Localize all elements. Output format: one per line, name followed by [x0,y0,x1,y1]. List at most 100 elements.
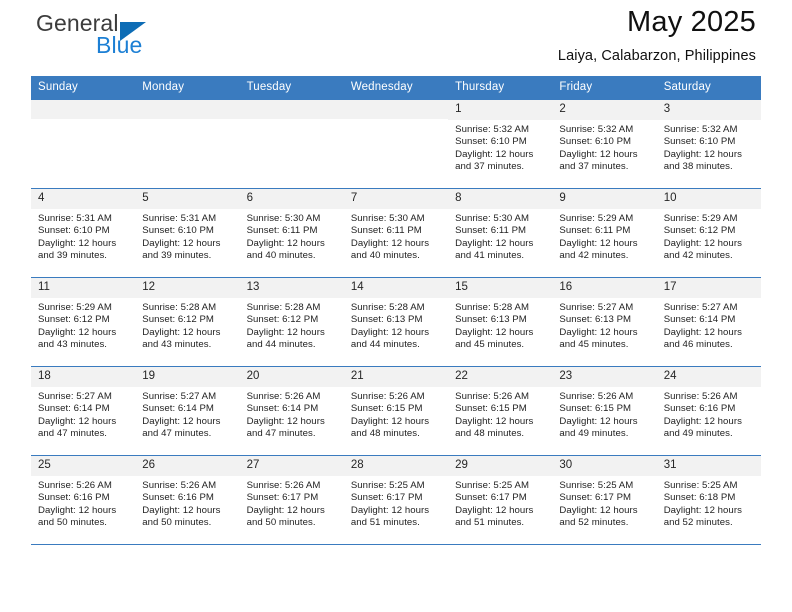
page-header: General Blue May 2025 Laiya, Calabarzon,… [31,0,761,74]
daylight-text-line1: Daylight: 12 hours [350,415,430,427]
day-cell[interactable]: 4 Sunrise: 5:31 AM Sunset: 6:10 PM Dayli… [31,188,136,278]
day-details [240,119,344,123]
sunrise-text: Sunrise: 5:25 AM [350,480,425,492]
day-cell[interactable]: 7 Sunrise: 5:30 AM Sunset: 6:11 PM Dayli… [343,188,449,278]
daylight-text-line2: and 38 minutes. [663,160,733,172]
day-cell[interactable] [135,99,240,189]
logo-text-blue: Blue [96,32,143,58]
day-cell[interactable]: 16 Sunrise: 5:27 AM Sunset: 6:13 PM Dayl… [552,277,657,367]
sunrise-text: Sunrise: 5:29 AM [38,302,112,314]
sunset-text: Sunset: 6:15 PM [559,403,632,415]
day-cell[interactable]: 8 Sunrise: 5:30 AM Sunset: 6:11 PM Dayli… [448,188,553,278]
calendar-week-row: 18 Sunrise: 5:27 AM Sunset: 6:14 PM Dayl… [31,366,761,456]
daylight-text-line1: Daylight: 12 hours [350,326,430,338]
day-details: Sunrise: 5:26 AM Sunset: 6:15 PM Dayligh… [448,387,552,440]
sunset-text: Sunset: 6:10 PM [455,136,527,148]
day-details: Sunrise: 5:27 AM Sunset: 6:14 PM Dayligh… [31,387,135,440]
general-blue-logo[interactable]: General Blue [36,12,196,68]
sunrise-text: Sunrise: 5:26 AM [246,480,321,492]
sunrise-text: Sunrise: 5:32 AM [455,124,529,136]
day-cell[interactable]: 29 Sunrise: 5:25 AM Sunset: 6:17 PM Dayl… [448,455,553,545]
daylight-text-line1: Daylight: 12 hours [38,415,117,427]
sunset-text: Sunset: 6:11 PM [350,225,422,237]
day-cell[interactable] [239,99,344,189]
day-cell[interactable]: 31 Sunrise: 5:25 AM Sunset: 6:18 PM Dayl… [656,455,761,545]
day-number: 14 [343,278,449,299]
sunrise-text: Sunrise: 5:27 AM [142,391,217,403]
day-number: 20 [239,367,344,388]
day-cell[interactable]: 6 Sunrise: 5:30 AM Sunset: 6:11 PM Dayli… [239,188,344,278]
day-cell[interactable]: 24 Sunrise: 5:26 AM Sunset: 6:16 PM Dayl… [656,366,761,456]
daylight-text-line1: Daylight: 12 hours [246,237,325,249]
day-number: 18 [31,367,136,388]
day-cell[interactable]: 18 Sunrise: 5:27 AM Sunset: 6:14 PM Dayl… [31,366,136,456]
day-details: Sunrise: 5:28 AM Sunset: 6:13 PM Dayligh… [448,298,552,351]
daylight-text-line1: Daylight: 12 hours [142,415,221,427]
day-cell[interactable] [343,99,449,189]
day-cell[interactable]: 11 Sunrise: 5:29 AM Sunset: 6:12 PM Dayl… [31,277,136,367]
sunset-text: Sunset: 6:12 PM [38,314,110,326]
day-cell[interactable]: 10 Sunrise: 5:29 AM Sunset: 6:12 PM Dayl… [656,188,761,278]
daylight-text-line1: Daylight: 12 hours [559,237,638,249]
daylight-text-line1: Daylight: 12 hours [455,415,534,427]
day-cell[interactable]: 21 Sunrise: 5:26 AM Sunset: 6:15 PM Dayl… [343,366,449,456]
sunset-text: Sunset: 6:16 PM [142,492,214,504]
day-cell[interactable]: 12 Sunrise: 5:28 AM Sunset: 6:12 PM Dayl… [135,277,240,367]
day-cell[interactable]: 15 Sunrise: 5:28 AM Sunset: 6:13 PM Dayl… [448,277,553,367]
daylight-text-line1: Daylight: 12 hours [246,504,325,516]
daylight-text-line2: and 46 minutes. [663,338,733,350]
sunrise-text: Sunrise: 5:30 AM [455,213,529,225]
sunrise-text: Sunrise: 5:31 AM [142,213,217,225]
day-cell[interactable]: 17 Sunrise: 5:27 AM Sunset: 6:14 PM Dayl… [656,277,761,367]
daylight-text-line2: and 41 minutes. [455,249,525,261]
day-number: 30 [552,456,657,477]
sunset-text: Sunset: 6:16 PM [38,492,110,504]
weekday-header-tuesday: Tuesday [239,76,344,100]
day-number: 10 [656,189,761,210]
day-cell[interactable]: 19 Sunrise: 5:27 AM Sunset: 6:14 PM Dayl… [135,366,240,456]
sunrise-text: Sunrise: 5:26 AM [350,391,425,403]
sunrise-text: Sunrise: 5:27 AM [663,302,738,314]
day-number [239,100,344,119]
page-subtitle: Laiya, Calabarzon, Philippines [557,48,756,65]
day-cell[interactable] [31,99,136,189]
sunset-text: Sunset: 6:15 PM [455,403,527,415]
day-number: 5 [135,189,240,210]
day-cell[interactable]: 30 Sunrise: 5:25 AM Sunset: 6:17 PM Dayl… [552,455,657,545]
day-cell[interactable]: 25 Sunrise: 5:26 AM Sunset: 6:16 PM Dayl… [31,455,136,545]
day-details: Sunrise: 5:27 AM Sunset: 6:14 PM Dayligh… [657,298,761,351]
daylight-text-line2: and 40 minutes. [246,249,316,261]
day-cell[interactable]: 27 Sunrise: 5:26 AM Sunset: 6:17 PM Dayl… [239,455,344,545]
day-details: Sunrise: 5:32 AM Sunset: 6:10 PM Dayligh… [552,120,656,173]
day-cell[interactable]: 20 Sunrise: 5:26 AM Sunset: 6:14 PM Dayl… [239,366,344,456]
day-number: 23 [552,367,657,388]
daylight-text-line1: Daylight: 12 hours [38,237,117,249]
daylight-text-line1: Daylight: 12 hours [663,326,742,338]
day-cell[interactable]: 26 Sunrise: 5:26 AM Sunset: 6:16 PM Dayl… [135,455,240,545]
day-cell[interactable]: 2 Sunrise: 5:32 AM Sunset: 6:10 PM Dayli… [552,99,657,189]
title-block: May 2025 Laiya, Calabarzon, Philippines [558,6,756,64]
day-details: Sunrise: 5:27 AM Sunset: 6:13 PM Dayligh… [552,298,656,351]
day-number: 1 [448,100,553,121]
day-cell[interactable]: 1 Sunrise: 5:32 AM Sunset: 6:10 PM Dayli… [448,99,553,189]
day-cell[interactable]: 28 Sunrise: 5:25 AM Sunset: 6:17 PM Dayl… [343,455,449,545]
sunset-text: Sunset: 6:11 PM [246,225,318,237]
daylight-text-line1: Daylight: 12 hours [559,415,638,427]
day-cell[interactable]: 5 Sunrise: 5:31 AM Sunset: 6:10 PM Dayli… [135,188,240,278]
sunrise-text: Sunrise: 5:31 AM [38,213,112,225]
daylight-text-line2: and 52 minutes. [559,516,629,528]
sunset-text: Sunset: 6:12 PM [246,314,319,326]
daylight-text-line1: Daylight: 12 hours [559,326,638,338]
day-cell[interactable]: 14 Sunrise: 5:28 AM Sunset: 6:13 PM Dayl… [343,277,449,367]
day-cell[interactable]: 22 Sunrise: 5:26 AM Sunset: 6:15 PM Dayl… [448,366,553,456]
day-number: 26 [135,456,240,477]
daylight-text-line1: Daylight: 12 hours [559,504,638,516]
day-cell[interactable]: 23 Sunrise: 5:26 AM Sunset: 6:15 PM Dayl… [552,366,657,456]
day-cell[interactable]: 9 Sunrise: 5:29 AM Sunset: 6:11 PM Dayli… [552,188,657,278]
day-details: Sunrise: 5:26 AM Sunset: 6:15 PM Dayligh… [552,387,656,440]
daylight-text-line2: and 39 minutes. [38,249,108,261]
sunset-text: Sunset: 6:14 PM [142,403,214,415]
calendar-header-row: Sunday Monday Tuesday Wednesday Thursday… [31,76,761,100]
day-cell[interactable]: 13 Sunrise: 5:28 AM Sunset: 6:12 PM Dayl… [239,277,344,367]
day-cell[interactable]: 3 Sunrise: 5:32 AM Sunset: 6:10 PM Dayli… [656,99,761,189]
